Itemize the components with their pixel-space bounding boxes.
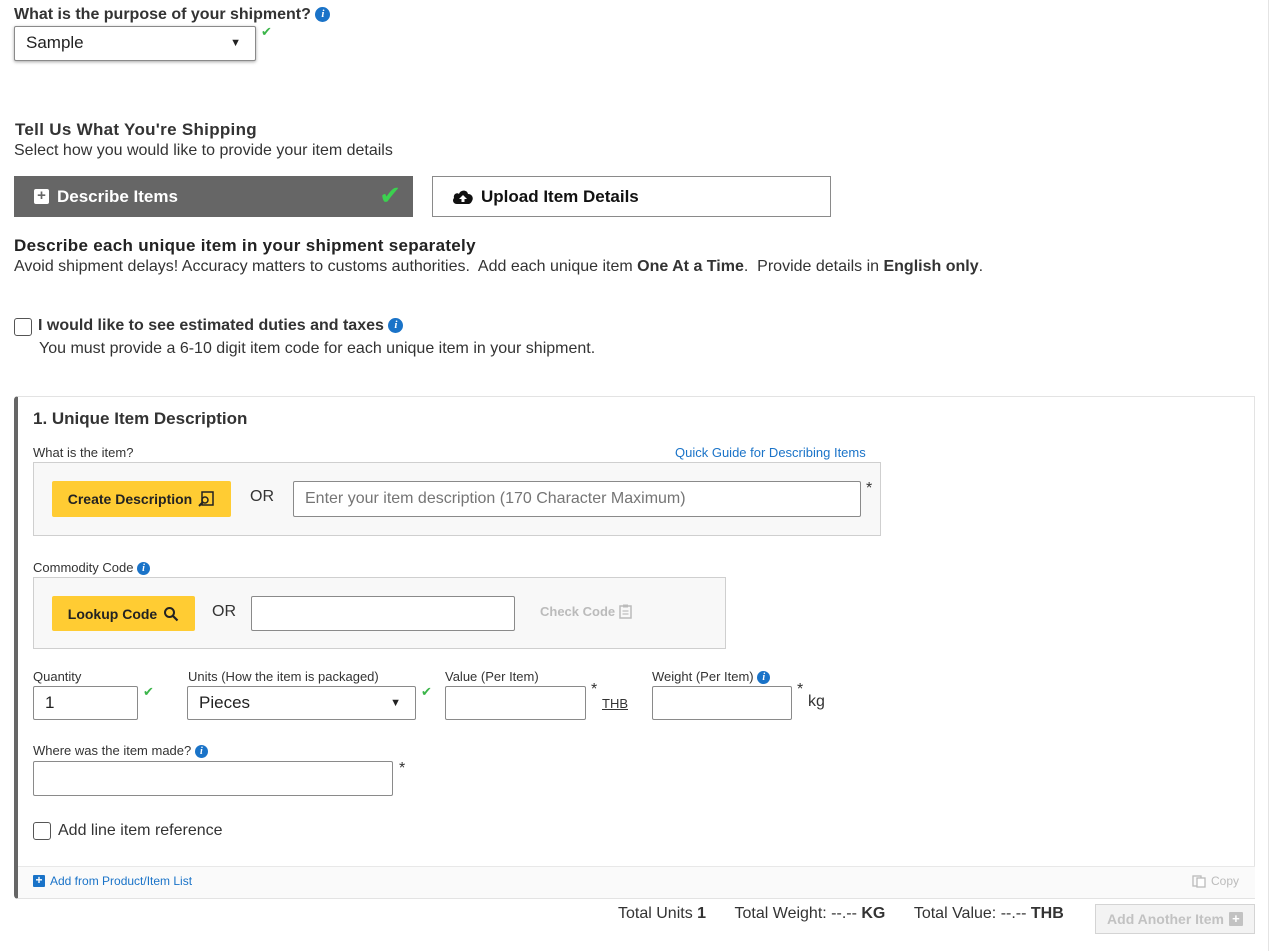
describe-note-text: . — [978, 258, 984, 275]
copy-label: Copy — [1211, 874, 1240, 888]
cloud-upload-icon — [453, 190, 473, 204]
value-input[interactable] — [445, 686, 586, 720]
describe-note-text: Avoid shipment delays! Accuracy matters … — [14, 258, 638, 275]
check-code-button[interactable]: Check Code — [540, 604, 632, 619]
describe-note-text: . Provide details in — [743, 258, 884, 275]
line-item-reference-checkbox[interactable] — [33, 822, 51, 840]
add-from-list-label: Add from Product/Item List — [50, 874, 193, 888]
describe-items-tab[interactable]: + Describe Items ✔ — [14, 176, 413, 217]
describe-note-bold: English only — [883, 258, 979, 275]
total-value: Total Value: --.-- THB — [913, 905, 1064, 922]
clipboard-check-icon — [619, 604, 632, 619]
duties-checkbox[interactable] — [14, 318, 32, 336]
chevron-down-icon: ▼ — [390, 697, 401, 709]
purpose-select-value: Sample — [26, 33, 84, 52]
weight-label: Weight (Per Item) i — [652, 669, 771, 685]
item-title: 1. Unique Item Description — [33, 409, 248, 428]
what-is-item-label: What is the item? — [33, 445, 134, 460]
checkmark-icon: ✔ — [421, 684, 432, 699]
shipping-subtitle: Select how you would like to provide you… — [14, 142, 393, 159]
units-label: Units (How the item is packaged) — [188, 669, 379, 684]
commodity-code-label: Commodity Code i — [33, 560, 151, 576]
total-units: Total Units 1 — [618, 905, 707, 922]
item-card-footer — [18, 866, 1255, 898]
weight-unit: kg — [808, 693, 825, 710]
info-icon[interactable]: i — [194, 745, 208, 759]
commodity-code-input[interactable] — [251, 596, 515, 631]
purpose-select[interactable]: Sample ▼ — [14, 26, 256, 61]
describe-heading: Describe each unique item in your shipme… — [14, 236, 476, 255]
copy-icon — [1192, 874, 1206, 888]
info-icon[interactable]: i — [757, 671, 771, 685]
add-another-item-button[interactable]: Add Another Item + — [1095, 904, 1255, 934]
totals-summary: Total Units 1 Total Weight: --.-- KG Tot… — [618, 905, 1064, 923]
copy-button[interactable]: Copy — [1192, 874, 1239, 888]
line-item-reference-label: Add line item reference — [58, 822, 223, 839]
add-from-list-link[interactable]: + Add from Product/Item List — [33, 874, 192, 888]
total-weight: Total Weight: --.-- KG — [734, 905, 886, 922]
required-asterisk: * — [866, 480, 873, 497]
checkmark-icon: ✔ — [379, 180, 401, 210]
item-description-input[interactable] — [293, 481, 861, 517]
purpose-label: What is the purpose of your shipment? i — [14, 6, 331, 24]
describe-note: Avoid shipment delays! Accuracy matters … — [14, 258, 983, 276]
page-edge — [1268, 0, 1269, 951]
or-separator: OR — [250, 488, 274, 505]
add-another-item-label: Add Another Item — [1107, 911, 1224, 927]
quantity-value: 1 — [45, 693, 55, 712]
units-select[interactable]: Pieces ▼ — [187, 686, 416, 720]
lookup-code-label: Lookup Code — [67, 605, 158, 622]
duties-label: I would like to see estimated duties and… — [38, 317, 404, 335]
create-description-button[interactable]: Create Description — [52, 481, 231, 517]
required-asterisk: * — [591, 681, 598, 698]
describe-items-label: Describe Items — [57, 186, 178, 206]
describe-note-bold: One At a Time — [637, 258, 744, 275]
create-description-label: Create Description — [67, 491, 193, 507]
quantity-input[interactable]: 1 — [33, 686, 138, 720]
required-asterisk: * — [399, 760, 406, 777]
origin-label: Where was the item made? i — [33, 743, 208, 759]
search-icon — [164, 606, 179, 621]
chevron-down-icon: ▼ — [230, 37, 241, 49]
required-asterisk: * — [797, 681, 804, 698]
duties-note: You must provide a 6-10 digit item code … — [39, 340, 596, 357]
plus-icon: + — [34, 188, 49, 204]
lookup-code-button[interactable]: Lookup Code — [52, 596, 195, 631]
check-code-label: Check Code — [540, 604, 616, 619]
info-icon[interactable]: i — [388, 318, 404, 334]
weight-input[interactable] — [652, 686, 792, 720]
currency-link[interactable]: THB — [602, 696, 628, 711]
document-search-icon — [198, 490, 214, 507]
shipping-title: Tell Us What You're Shipping — [15, 120, 257, 139]
upload-item-details-label: Upload Item Details — [481, 186, 639, 206]
upload-item-details-tab[interactable]: Upload Item Details — [432, 176, 831, 217]
info-icon[interactable]: i — [137, 562, 151, 576]
origin-input[interactable] — [33, 761, 393, 796]
plus-icon: + — [33, 874, 45, 887]
quick-guide-link[interactable]: Quick Guide for Describing Items — [675, 445, 866, 460]
value-label: Value (Per Item) — [445, 669, 539, 684]
info-icon[interactable]: i — [315, 7, 331, 23]
quantity-label: Quantity — [33, 669, 82, 684]
plus-icon: + — [1228, 912, 1243, 926]
checkmark-icon: ✔ — [143, 684, 154, 699]
checkmark-icon: ✔ — [261, 24, 272, 39]
units-select-value: Pieces — [199, 693, 251, 712]
or-separator: OR — [212, 603, 236, 620]
